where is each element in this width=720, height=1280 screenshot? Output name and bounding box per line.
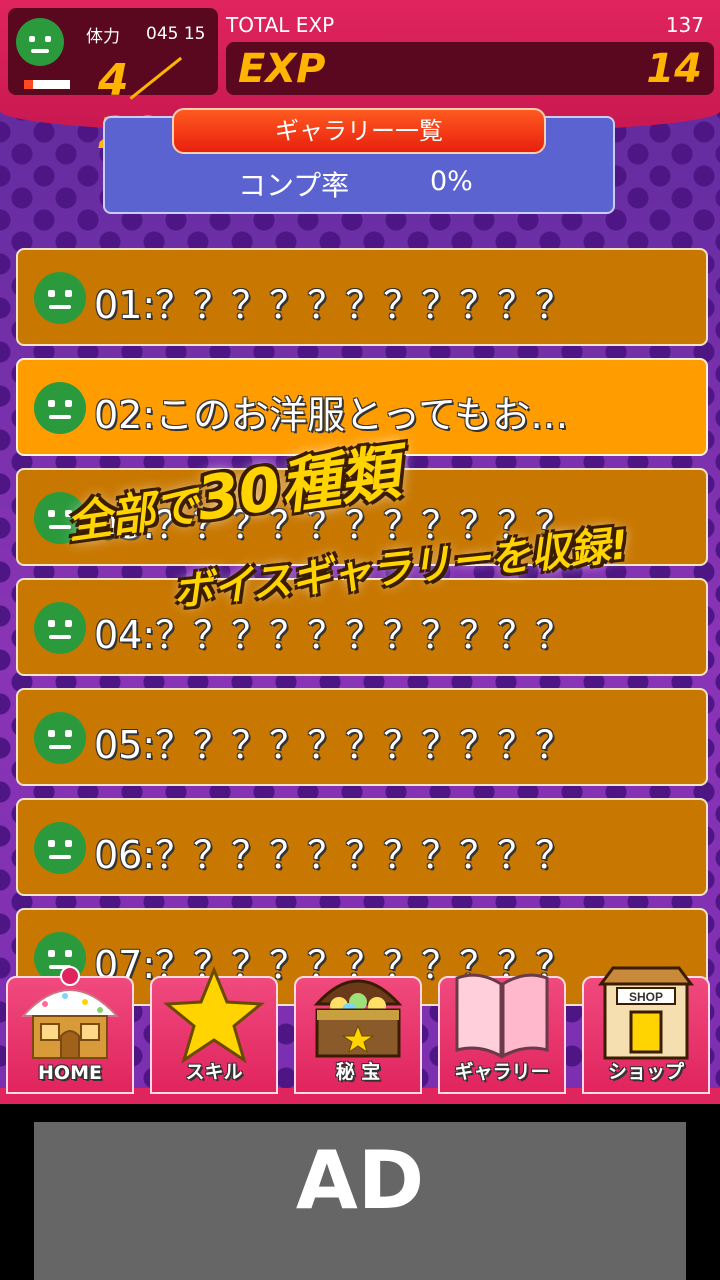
stamina-timer: 045 15 (146, 24, 206, 44)
green-face-icon (16, 18, 64, 66)
gallery-title: ギャラリー一覧 (172, 108, 546, 154)
total-exp-label: TOTAL EXP (226, 13, 335, 37)
exp-label: EXP (238, 46, 326, 92)
nav-gallery-label: ギャラリー (454, 1061, 550, 1083)
gallery-item-label: 06:？？？？？？？？？？？ (94, 833, 574, 877)
exp-value: 14 (646, 46, 702, 92)
star-icon (163, 966, 265, 1064)
green-face-icon (34, 822, 86, 874)
gallery-list-item[interactable]: 01:？？？？？？？？？？？ (16, 248, 708, 346)
house-icon (20, 966, 120, 1059)
total-exp-value: 137 (665, 13, 704, 37)
nav-treasure-button[interactable]: 秘 宝 (294, 976, 422, 1094)
completion-label: コンプ率 (238, 169, 350, 202)
gallery-item-label: 05:？？？？？？？？？？？ (94, 723, 574, 767)
nav-home-label: HOME (38, 1062, 102, 1084)
stamina-bar (24, 80, 70, 89)
gallery-item-label: 04:？？？？？？？？？？？ (94, 613, 574, 657)
gallery-list-item[interactable]: 06:？？？？？？？？？？？ (16, 798, 708, 896)
stamina-bar-fill (24, 80, 34, 89)
green-face-icon (34, 602, 86, 654)
treasure-chest-icon (313, 979, 403, 1058)
nav-shop-label: ショップ (607, 1061, 684, 1083)
nav-gallery-button[interactable]: ギャラリー (438, 973, 566, 1094)
exp-panel: EXP 14 (226, 42, 714, 95)
nav-skill-button[interactable]: スキル (150, 966, 278, 1094)
gallery-item-label: 02:このお洋服とってもお… (94, 393, 569, 437)
green-face-icon (34, 382, 86, 434)
gallery-list-item[interactable]: 05:？？？？？？？？？？？ (16, 688, 708, 786)
gallery-item-label: 01:？？？？？？？？？？？ (94, 283, 574, 327)
green-face-icon (34, 712, 86, 764)
book-icon (455, 973, 549, 1059)
ad-banner[interactable]: AD (34, 1122, 686, 1280)
nav-treasure-label: 秘 宝 (335, 1061, 381, 1083)
nav-home-button[interactable]: HOME (6, 966, 134, 1094)
stamina-panel: 体力 045 15 4／20 (8, 8, 218, 159)
green-face-icon (34, 272, 86, 324)
shop-sign-text: SHOP (629, 990, 663, 1004)
completion-value: 0% (430, 166, 473, 197)
nav-shop-button[interactable]: SHOP ショップ (582, 966, 710, 1094)
nav-skill-label: スキル (185, 1061, 243, 1083)
shop-icon: SHOP (598, 966, 694, 1060)
